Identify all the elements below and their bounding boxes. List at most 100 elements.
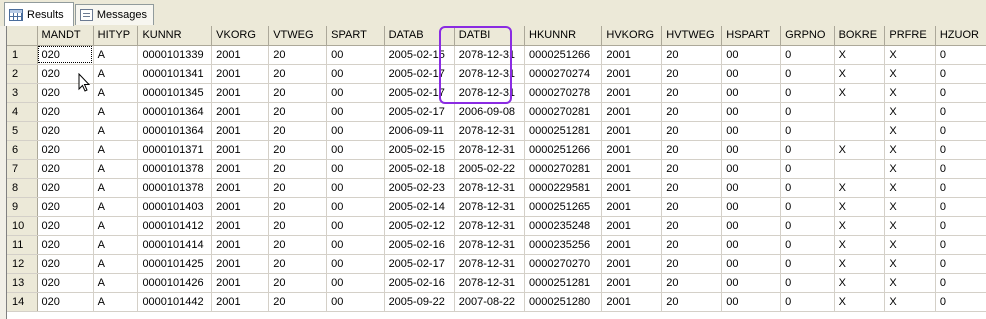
grid-cell[interactable]: 0000251281 (524, 273, 603, 293)
grid-cell[interactable]: 0 (780, 235, 835, 255)
grid-cell[interactable]: 0000270281 (524, 102, 603, 122)
table-row[interactable]: 1 020 A 0000101339 2001 20 00 2005-02-15 2078-12… (7, 45, 986, 65)
grid-cell[interactable]: 0 (935, 45, 986, 65)
grid-cell[interactable]: X (834, 197, 886, 217)
table-row[interactable]: 8 020 A 0000101378 2001 20 00 2005-02-23 2078-12… (7, 178, 986, 198)
grid-cell[interactable]: A (93, 216, 139, 236)
grid-cell[interactable]: 2001 (211, 45, 270, 65)
grid-cell[interactable]: A (93, 292, 139, 312)
grid-cell[interactable]: 0 (780, 64, 835, 84)
column-header[interactable]: VTWEG (268, 26, 328, 46)
grid-cell[interactable]: 00 (326, 216, 385, 236)
grid-cell[interactable]: 0 (935, 121, 986, 141)
grid-cell[interactable]: 2005-02-23 (384, 178, 455, 198)
table-row[interactable]: 5 020 A 0000101364 2001 20 00 2006-09-11 2078-12… (7, 121, 986, 141)
column-header[interactable]: HVKORG (601, 26, 663, 46)
grid-cell[interactable]: 20 (268, 140, 328, 160)
grid-cell[interactable]: 2001 (211, 178, 270, 198)
grid-cell[interactable]: 0000101403 (137, 197, 213, 217)
row-number[interactable]: 1 (7, 45, 38, 65)
grid-cell[interactable]: 2005-02-16 (384, 273, 455, 293)
grid-cell[interactable]: 20 (661, 121, 723, 141)
grid-cell[interactable]: 00 (326, 159, 385, 179)
grid-cell[interactable]: 00 (721, 83, 782, 103)
grid-cell[interactable]: 2078-12-31 (454, 64, 526, 84)
grid-cell[interactable]: 2001 (601, 178, 663, 198)
grid-cell[interactable]: 2005-02-22 (454, 159, 526, 179)
grid-cell[interactable]: 20 (661, 83, 723, 103)
grid-cell[interactable]: 20 (268, 254, 328, 274)
grid-cell[interactable]: 0000270281 (524, 159, 603, 179)
grid-cell[interactable]: 2078-12-31 (454, 121, 526, 141)
grid-cell[interactable]: 2001 (211, 235, 270, 255)
grid-cell[interactable]: 0 (935, 197, 986, 217)
grid-cell[interactable]: 00 (721, 140, 782, 160)
grid-cell[interactable]: 20 (661, 292, 723, 312)
grid-cell[interactable]: 020 (37, 140, 94, 160)
grid-cell[interactable]: A (93, 83, 139, 103)
grid-cell[interactable]: 2001 (601, 292, 663, 312)
grid-cell[interactable]: 2005-02-17 (384, 64, 455, 84)
grid-cell[interactable]: 00 (721, 292, 782, 312)
grid-cell[interactable]: 2001 (211, 254, 270, 274)
grid-cell[interactable]: 20 (268, 216, 328, 236)
grid-cell[interactable]: 20 (268, 64, 328, 84)
grid-cell[interactable]: 2001 (601, 197, 663, 217)
grid-cell[interactable]: 00 (326, 292, 385, 312)
table-row[interactable]: 7 020 A 0000101378 2001 20 00 2005-02-18 2005-02… (7, 159, 986, 179)
row-number[interactable]: 7 (7, 159, 38, 179)
grid-cell[interactable]: 0 (780, 292, 835, 312)
grid-cell[interactable]: 00 (326, 64, 385, 84)
grid-cell[interactable]: 20 (268, 197, 328, 217)
column-header[interactable]: HITYP (93, 26, 139, 46)
grid-cell[interactable]: 020 (37, 273, 94, 293)
grid-cell[interactable]: X (884, 216, 936, 236)
grid-cell[interactable]: 2001 (601, 45, 663, 65)
grid-cell[interactable]: 0 (780, 216, 835, 236)
grid-cell[interactable]: 00 (326, 83, 385, 103)
grid-cell[interactable]: 0000101341 (137, 64, 213, 84)
grid-cell[interactable]: 00 (326, 121, 385, 141)
grid-cell[interactable]: 00 (721, 273, 782, 293)
grid-cell[interactable]: 0 (935, 273, 986, 293)
row-number[interactable]: 9 (7, 197, 38, 217)
grid-cell[interactable]: 00 (326, 197, 385, 217)
row-number[interactable]: 13 (7, 273, 38, 293)
row-number[interactable]: 2 (7, 64, 38, 84)
grid-cell[interactable]: X (834, 292, 886, 312)
grid-cell[interactable]: 00 (326, 45, 385, 65)
grid-cell[interactable]: 2005-02-15 (384, 45, 455, 65)
grid-cell[interactable]: 0000270270 (524, 254, 603, 274)
grid-cell[interactable]: A (93, 45, 139, 65)
grid-cell[interactable]: X (884, 102, 936, 122)
grid-cell[interactable]: 0 (935, 235, 986, 255)
grid-cell[interactable]: A (93, 159, 139, 179)
grid-cell[interactable]: 20 (661, 197, 723, 217)
grid-cell[interactable]: 20 (268, 235, 328, 255)
grid-cell[interactable]: 020 (37, 121, 94, 141)
table-row[interactable]: 4 020 A 0000101364 2001 20 00 2005-02-17 2006-09… (7, 102, 986, 122)
grid-cell[interactable]: 20 (661, 178, 723, 198)
column-header[interactable]: BOKRE (834, 26, 886, 46)
grid-cell[interactable]: A (93, 254, 139, 274)
grid-cell[interactable]: 2001 (211, 197, 270, 217)
grid-cell[interactable]: X (884, 45, 936, 65)
column-header[interactable]: VKORG (211, 26, 270, 46)
grid-cell[interactable]: 2001 (211, 273, 270, 293)
grid-cell[interactable]: 2078-12-31 (454, 197, 526, 217)
grid-cell[interactable]: X (834, 254, 886, 274)
grid-cell[interactable]: X (834, 64, 886, 84)
grid-cell[interactable]: 20 (268, 83, 328, 103)
grid-cell[interactable]: 00 (721, 159, 782, 179)
grid-cell[interactable]: 2001 (601, 64, 663, 84)
grid-cell[interactable]: A (93, 102, 139, 122)
grid-cell[interactable]: A (93, 178, 139, 198)
grid-cell[interactable]: 0 (780, 102, 835, 122)
grid-cell[interactable]: 0000101345 (137, 83, 213, 103)
grid-cell[interactable]: 0000101414 (137, 235, 213, 255)
column-header[interactable]: MANDT (37, 26, 94, 46)
grid-cell[interactable]: 0000270274 (524, 64, 603, 84)
grid-cell[interactable]: 2001 (601, 102, 663, 122)
grid-cell[interactable]: X (884, 254, 936, 274)
row-number[interactable]: 6 (7, 140, 38, 160)
